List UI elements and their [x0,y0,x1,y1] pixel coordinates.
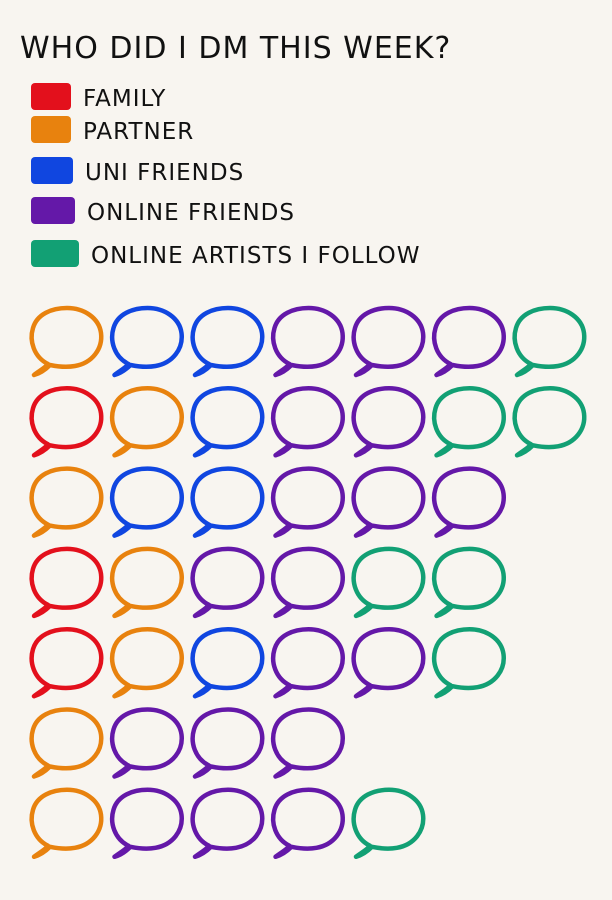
chart-title: WHO DID I DM THIS WEEK? [20,31,451,66]
legend-label-family: FAMILY [83,86,166,112]
speech-bubble-icon-partner [109,386,184,458]
speech-bubble-icon-partner [29,305,104,378]
speech-bubble-icon-online [270,787,345,860]
speech-bubble-icon-online [431,466,506,538]
legend-swatch-online [31,197,75,224]
speech-bubble-icon-online [190,546,265,619]
speech-bubble-icon-online [270,546,345,619]
speech-bubble-icon-family [29,546,104,619]
legend-label-online: ONLINE FRIENDS [87,200,295,226]
speech-bubble-icon-online [109,787,184,860]
legend-swatch-family [31,83,71,110]
speech-bubble-icon-artists [431,546,506,619]
speech-bubble-icon-artists [351,787,426,860]
speech-bubble-icon-online [270,707,345,779]
legend-item-partner: PARTNER [31,116,194,145]
legend-label-uni: UNI FRIENDS [85,160,244,186]
speech-bubble-icon-online [190,707,265,779]
speech-bubble-icon-online [270,466,345,538]
speech-bubble-icon-uni [190,626,265,699]
bubble-grid [29,305,587,860]
speech-bubble-icon-artists [512,386,587,458]
speech-bubble-icon-online [109,707,184,779]
speech-bubble-icon-partner [109,546,184,619]
speech-bubble-icon-online [190,787,265,860]
speech-bubble-icon-online [351,386,426,458]
speech-bubble-icon-uni [109,305,184,378]
speech-bubble-icon-family [29,626,104,699]
speech-bubble-icon-online [351,305,426,378]
speech-bubble-icon-partner [109,626,184,699]
speech-bubble-icon-partner [29,707,104,779]
legend-label-partner: PARTNER [83,119,194,145]
speech-bubble-icon-uni [109,466,184,538]
speech-bubble-icon-artists [512,305,587,378]
speech-bubble-icon-online [351,626,426,699]
speech-bubble-icon-family [29,386,104,458]
speech-bubble-icon-online [270,305,345,378]
speech-bubble-icon-online [431,305,506,378]
speech-bubble-icon-partner [29,466,104,538]
speech-bubble-icon-artists [431,626,506,699]
legend-item-artists: ONLINE ARTISTS I FOLLOW [31,240,420,269]
dm-pictogram-chart: WHO DID I DM THIS WEEK? FAMILY PARTNER UNI… [20,31,587,860]
speech-bubble-icon-uni [190,466,265,538]
speech-bubble-icon-partner [29,787,104,860]
speech-bubble-icon-online [270,386,345,458]
speech-bubble-icon-artists [351,546,426,619]
speech-bubble-icon-online [270,626,345,699]
speech-bubble-icon-artists [431,386,506,458]
speech-bubble-icon-uni [190,386,265,458]
speech-bubble-icon-online [351,466,426,538]
legend-label-artists: ONLINE ARTISTS I FOLLOW [91,243,420,269]
legend-item-family: FAMILY [31,83,166,112]
legend-swatch-artists [31,240,79,267]
legend-item-uni: UNI FRIENDS [31,157,244,186]
legend-swatch-uni [31,157,73,184]
legend-swatch-partner [31,116,71,143]
legend: FAMILY PARTNER UNI FRIENDS ONLINE FRIENDS ON… [31,83,420,269]
legend-item-online: ONLINE FRIENDS [31,197,295,226]
speech-bubble-icon-uni [190,305,265,378]
